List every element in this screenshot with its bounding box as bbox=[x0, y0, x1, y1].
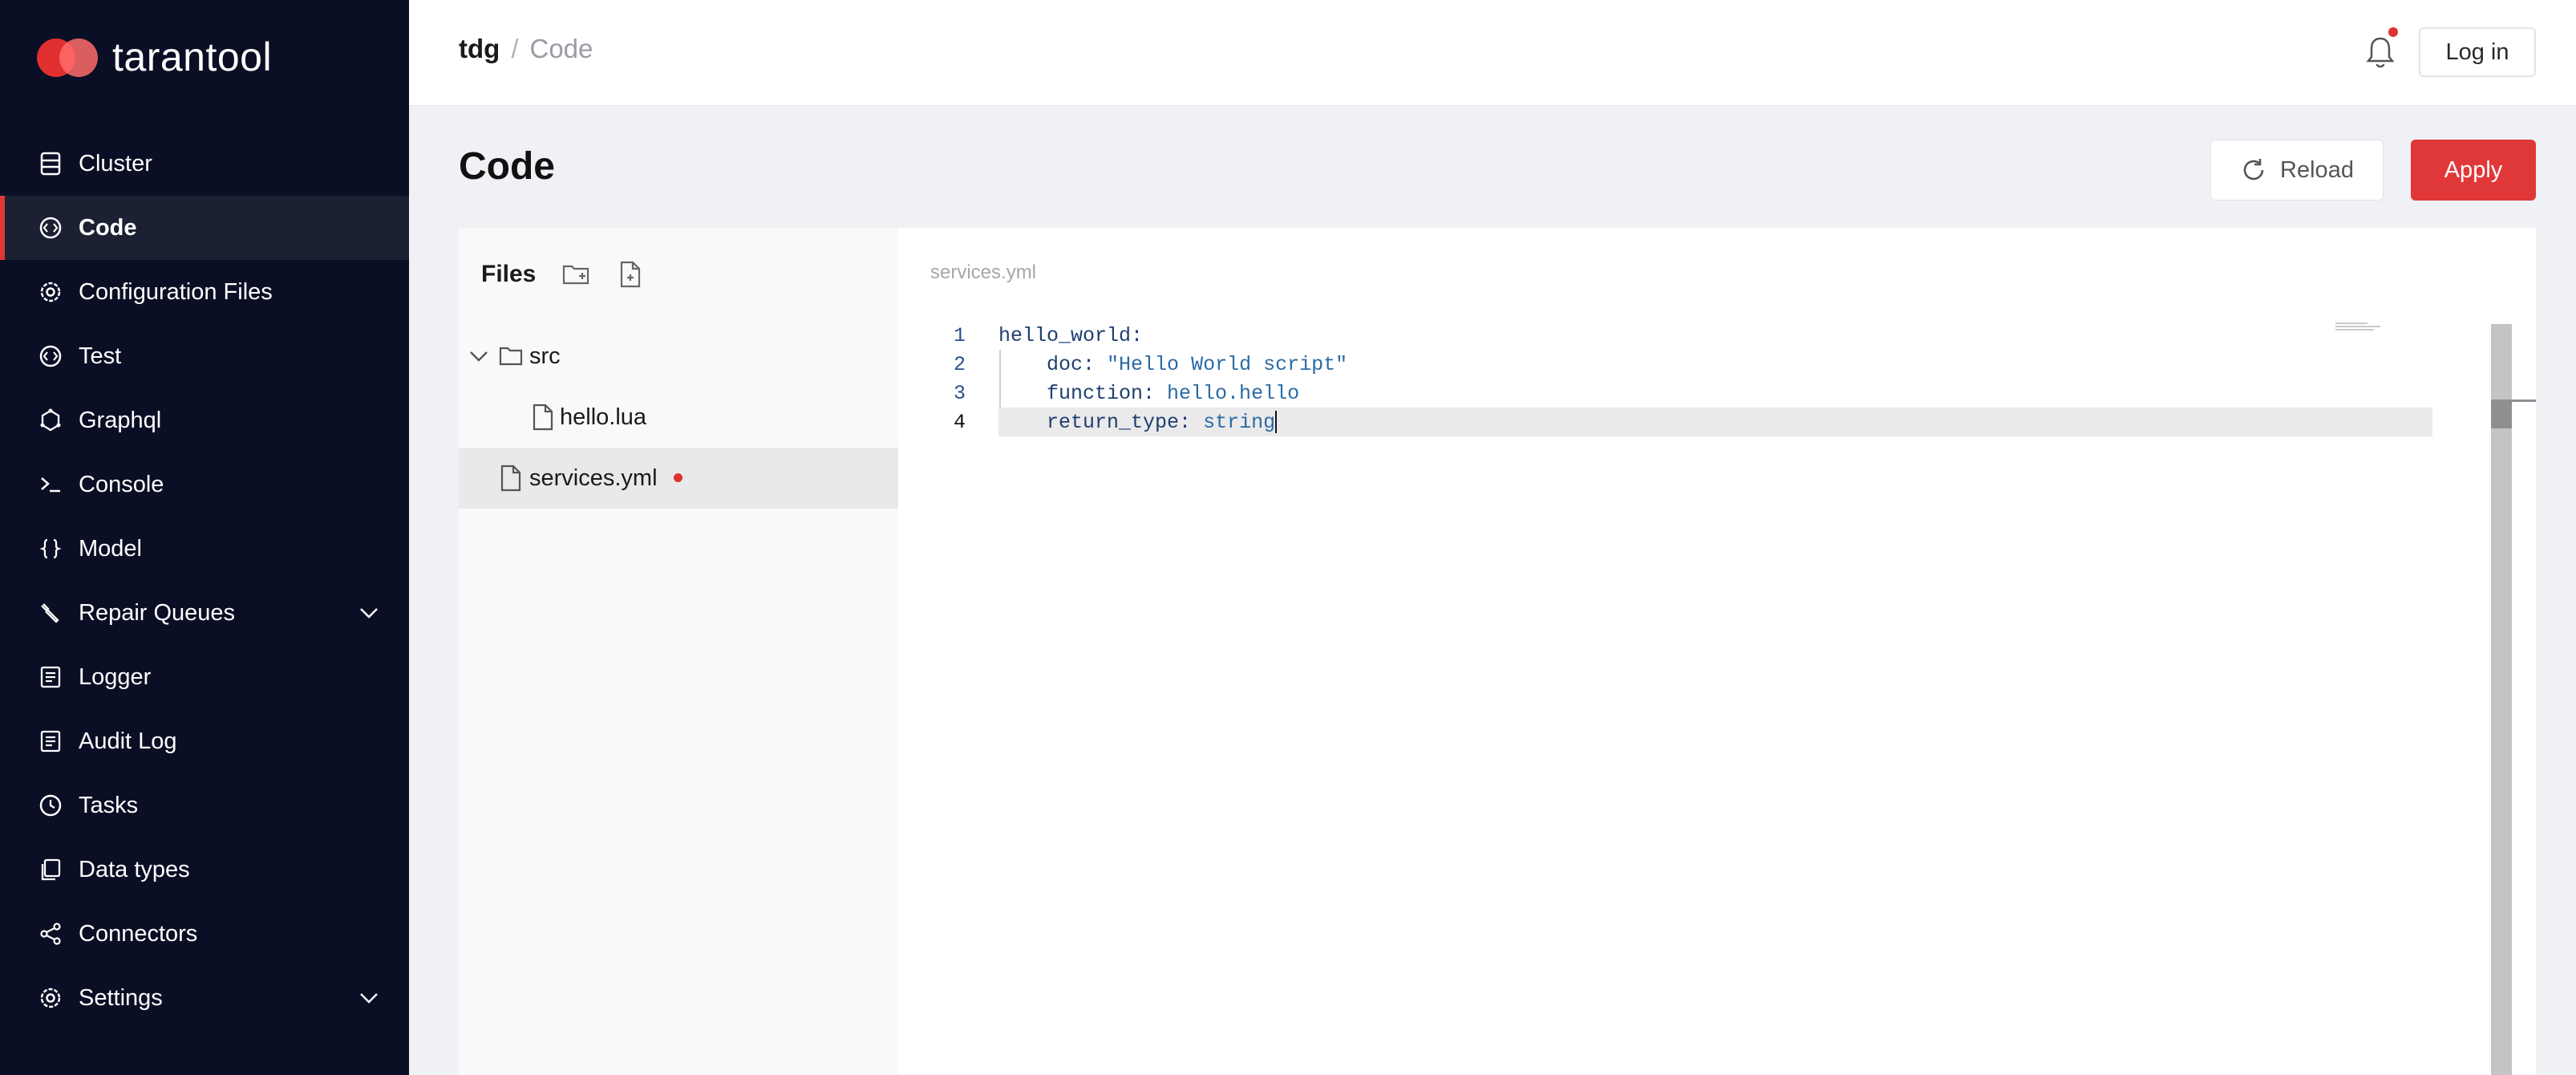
breadcrumb: tdg / Code bbox=[459, 34, 593, 64]
tarantool-logo-icon bbox=[37, 32, 98, 82]
file-tree-header: Files bbox=[481, 260, 645, 289]
terminal-icon bbox=[37, 471, 64, 498]
sidebar-item-test[interactable]: Test bbox=[0, 324, 409, 388]
share-icon bbox=[37, 920, 64, 947]
code-panel: Files src hello.lua services.yml service… bbox=[459, 228, 2536, 1075]
gear-icon bbox=[37, 984, 64, 1012]
sidebar-item-label: Audit Log bbox=[79, 728, 177, 754]
line-number: 4 bbox=[953, 410, 966, 434]
sidebar-item-configuration-files[interactable]: Configuration Files bbox=[0, 260, 409, 324]
editor-minimap[interactable] bbox=[2335, 322, 2380, 334]
refresh-icon bbox=[2243, 159, 2264, 181]
sidebar-item-model[interactable]: Model bbox=[0, 517, 409, 581]
braces-icon bbox=[37, 535, 64, 562]
overview-ruler-marker bbox=[2512, 400, 2536, 402]
sidebar-item-audit-log[interactable]: Audit Log bbox=[0, 709, 409, 773]
sidebar-item-label: Configuration Files bbox=[79, 278, 273, 305]
file-tree-panel: Files src hello.lua services.yml bbox=[459, 228, 898, 1075]
breadcrumb-separator: / bbox=[511, 34, 519, 63]
text-caret bbox=[1275, 410, 1278, 433]
editor-scroll-thumb[interactable] bbox=[2491, 400, 2512, 428]
sidebar-item-label: Cluster bbox=[79, 150, 152, 176]
line-text: doc: "Hello World script" bbox=[998, 352, 1348, 376]
line-text: function: hello.hello bbox=[998, 381, 1300, 405]
login-button[interactable]: Log in bbox=[2419, 27, 2536, 77]
code-line[interactable]: 1 hello_world: bbox=[898, 321, 2536, 350]
sidebar-item-data-types[interactable]: Data types bbox=[0, 838, 409, 902]
sidebar-item-graphql[interactable]: Graphql bbox=[0, 388, 409, 452]
graphql-icon bbox=[37, 407, 64, 434]
brand-logo[interactable]: tarantool bbox=[37, 32, 272, 82]
sidebar-item-logger[interactable]: Logger bbox=[0, 645, 409, 709]
chevron-down-icon[interactable] bbox=[467, 344, 491, 368]
new-file-icon[interactable] bbox=[616, 260, 645, 289]
apply-button[interactable]: Apply bbox=[2411, 140, 2536, 201]
sidebar-item-label: Settings bbox=[79, 984, 163, 1011]
code-line[interactable]: 2 doc: "Hello World script" bbox=[898, 350, 2536, 379]
bell-icon[interactable] bbox=[2363, 34, 2398, 72]
editor-scrollbar[interactable] bbox=[2491, 324, 2512, 1075]
sidebar-item-settings[interactable]: Settings bbox=[0, 966, 409, 1030]
line-number: 1 bbox=[953, 323, 966, 347]
sidebar-item-label: Console bbox=[79, 471, 164, 497]
server-icon bbox=[37, 150, 64, 177]
sidebar-item-repair-queues[interactable]: Repair Queues bbox=[0, 581, 409, 645]
code-lines[interactable]: 1 hello_world: 2 doc: "Hello World scrip… bbox=[898, 321, 2536, 436]
file-icon bbox=[500, 464, 521, 492]
folder-icon bbox=[499, 347, 523, 366]
code-line-current[interactable]: 4 return_type: string bbox=[954, 408, 2432, 436]
chevron-down-icon[interactable] bbox=[356, 600, 382, 626]
notification-dot bbox=[2388, 27, 2398, 37]
sidebar: tarantool Cluster Code Configuration Fil… bbox=[0, 0, 409, 1075]
sidebar-item-label: Graphql bbox=[79, 407, 162, 433]
sidebar-nav: Cluster Code Configuration Files Test Gr… bbox=[0, 132, 409, 1030]
tree-file-services-yml[interactable]: services.yml bbox=[459, 448, 898, 509]
line-number: 3 bbox=[953, 381, 966, 405]
sidebar-item-label: Repair Queues bbox=[79, 599, 236, 626]
top-header: tdg / Code bbox=[409, 0, 2576, 106]
sidebar-item-cluster[interactable]: Cluster bbox=[0, 132, 409, 196]
reload-label: Reload bbox=[2280, 156, 2354, 183]
tree-item-label: hello.lua bbox=[560, 404, 647, 430]
page-title: Code bbox=[459, 145, 555, 188]
breadcrumb-current: Code bbox=[529, 34, 593, 63]
sidebar-item-tasks[interactable]: Tasks bbox=[0, 773, 409, 838]
sidebar-item-label: Model bbox=[79, 535, 142, 562]
code-icon bbox=[37, 214, 64, 241]
tree-folder-src[interactable]: src bbox=[459, 326, 898, 387]
document-icon bbox=[37, 663, 64, 691]
file-icon bbox=[533, 404, 553, 431]
clock-icon bbox=[37, 792, 64, 819]
sidebar-item-connectors[interactable]: Connectors bbox=[0, 902, 409, 966]
sidebar-item-label: Test bbox=[79, 343, 122, 369]
code-line[interactable]: 3 function: hello.hello bbox=[898, 379, 2536, 408]
new-folder-icon[interactable] bbox=[561, 260, 590, 289]
sidebar-item-label: Logger bbox=[79, 663, 152, 690]
code-icon bbox=[37, 343, 64, 370]
code-editor[interactable]: services.yml 1 hello_world: 2 doc: "Hell… bbox=[898, 228, 2536, 1075]
sidebar-item-label: Connectors bbox=[79, 920, 198, 947]
chevron-down-icon[interactable] bbox=[356, 985, 382, 1011]
sidebar-item-label: Tasks bbox=[79, 792, 139, 818]
files-title: Files bbox=[481, 261, 537, 287]
document-icon bbox=[37, 728, 64, 755]
line-text: return_type: string bbox=[998, 410, 1278, 434]
wrench-icon bbox=[37, 599, 64, 627]
gear-icon bbox=[37, 278, 64, 306]
sidebar-item-console[interactable]: Console bbox=[0, 452, 409, 517]
sidebar-item-code[interactable]: Code bbox=[0, 196, 409, 260]
line-number: 2 bbox=[953, 352, 966, 376]
sidebar-item-label: Code bbox=[79, 214, 137, 241]
files-icon bbox=[37, 856, 64, 883]
tree-item-label: services.yml bbox=[529, 464, 658, 491]
sidebar-item-label: Data types bbox=[79, 856, 190, 882]
tree-file-hello-lua[interactable]: hello.lua bbox=[459, 387, 898, 448]
unsaved-indicator bbox=[674, 473, 682, 482]
tree-item-label: src bbox=[529, 343, 561, 369]
editor-filename: services.yml bbox=[930, 262, 1037, 283]
breadcrumb-root[interactable]: tdg bbox=[459, 34, 500, 64]
reload-button[interactable]: Reload bbox=[2210, 140, 2384, 201]
line-text: hello_world: bbox=[998, 323, 1144, 347]
brand-name: tarantool bbox=[112, 34, 273, 79]
